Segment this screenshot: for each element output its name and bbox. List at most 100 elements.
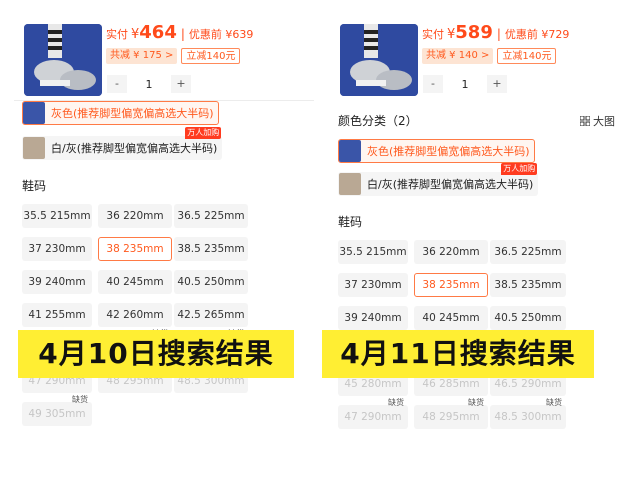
size-option[interactable]: 40.5 250mm: [174, 270, 248, 294]
original-price: 优惠前 ¥639: [188, 28, 254, 41]
size-option[interactable]: 36 220mm: [98, 204, 172, 228]
size-option-label: 45 280mm: [344, 378, 402, 390]
size-option[interactable]: 42 260mm: [98, 303, 172, 327]
color-option-label: 白/灰(推荐脚型偏宽偏高选大半码): [51, 142, 218, 155]
out-of-stock-tag: 缺货: [468, 398, 484, 407]
promo-row: 共减 ¥ 175 > 立减140元: [106, 48, 241, 64]
out-of-stock-tag: 缺货: [388, 398, 404, 407]
quantity-stepper: - 1 +: [423, 75, 507, 93]
size-option-label: 41 255mm: [28, 309, 86, 321]
size-option-label: 38 235mm: [422, 279, 480, 291]
total-discount-chip[interactable]: 共减 ¥ 140 >: [422, 48, 494, 64]
size-option[interactable]: 48 295mm 缺货: [414, 398, 488, 429]
size-option[interactable]: 39 240mm: [22, 270, 92, 294]
currency-symbol: ¥: [131, 27, 140, 42]
size-option[interactable]: 38.5 235mm: [490, 273, 566, 297]
product-thumbnail[interactable]: [24, 24, 102, 96]
decrement-button[interactable]: -: [423, 75, 443, 93]
size-option-label: 40.5 250mm: [177, 276, 245, 288]
color-option-gray[interactable]: 灰色(推荐脚型偏宽偏高选大半码): [22, 101, 219, 125]
size-option-label: 42 260mm: [106, 309, 164, 321]
color-option-white-gray[interactable]: 白/灰(推荐脚型偏宽偏高选大半码) 万人加购: [338, 163, 539, 196]
size-option-label: 36 220mm: [422, 246, 480, 258]
size-option[interactable]: 36.5 225mm: [174, 204, 248, 228]
instant-discount-chip: 立减140元: [497, 48, 557, 64]
product-thumbnail[interactable]: [340, 24, 418, 96]
size-option-label: 37 230mm: [28, 243, 86, 255]
big-view-label: 大图: [593, 115, 615, 128]
quantity-value[interactable]: 1: [443, 78, 487, 91]
decrement-button[interactable]: -: [107, 75, 127, 93]
size-option[interactable]: 36.5 225mm: [490, 240, 566, 264]
color-thumbnail: [339, 173, 361, 195]
size-option-label: 35.5 215mm: [23, 210, 91, 222]
size-option-label: 49 305mm: [28, 408, 86, 420]
size-option[interactable]: 35.5 215mm: [338, 240, 408, 264]
size-section-title: 鞋码: [22, 179, 47, 193]
color-option-gray[interactable]: 灰色(推荐脚型偏宽偏高选大半码): [338, 139, 535, 163]
size-option-label: 47 290mm: [344, 411, 402, 423]
pay-label: 实付: [106, 28, 128, 41]
date-banner: 4月10日搜索结果: [18, 330, 294, 378]
left-panel: 实付 ¥ 464 | 优惠前 ¥639 共减 ¥ 175 > 立减140元 - …: [14, 0, 314, 480]
size-option[interactable]: 41 255mm: [22, 303, 92, 327]
hot-tag-badge: 万人加购: [185, 127, 222, 139]
color-section-title: 颜色分类（2）: [338, 114, 418, 128]
color-thumbnail: [339, 140, 361, 162]
size-option-label: 40.5 250mm: [494, 312, 562, 324]
pay-price: 589: [455, 22, 493, 43]
size-option[interactable]: 40 245mm: [98, 270, 172, 294]
size-option[interactable]: 42.5 265mm: [174, 303, 248, 327]
color-option-label: 灰色(推荐脚型偏宽偏高选大半码): [367, 145, 530, 158]
size-option[interactable]: 39 240mm: [338, 306, 408, 330]
size-option[interactable]: 38.5 235mm: [174, 237, 248, 261]
size-option-label: 36.5 225mm: [177, 210, 245, 222]
size-option-label: 38.5 235mm: [177, 243, 245, 255]
size-option[interactable]: 35.5 215mm: [22, 204, 92, 228]
price-row: 实付 ¥ 589 | 优惠前 ¥729: [422, 22, 569, 43]
color-thumbnail: [23, 102, 45, 124]
out-of-stock-tag: 缺货: [546, 398, 562, 407]
size-option-label: 35.5 215mm: [339, 246, 407, 258]
size-option[interactable]: 40 245mm: [414, 306, 488, 330]
size-option-label: 36.5 225mm: [494, 246, 562, 258]
size-option[interactable]: 48.5 300mm 缺货: [490, 398, 566, 429]
pay-label: 实付: [422, 28, 444, 41]
size-option-label: 36 220mm: [106, 210, 164, 222]
size-option-label: 48 295mm: [422, 411, 480, 423]
size-option-label: 40 245mm: [106, 276, 164, 288]
size-option-label: 38 235mm: [106, 243, 164, 255]
instant-discount-chip: 立减140元: [181, 48, 241, 64]
quantity-value[interactable]: 1: [127, 78, 171, 91]
promo-row: 共减 ¥ 140 > 立减140元: [422, 48, 557, 64]
original-price: 优惠前 ¥729: [504, 28, 570, 41]
size-option-label: 46 285mm: [422, 378, 480, 390]
size-option-label: 39 240mm: [344, 312, 402, 324]
size-option-label: 39 240mm: [28, 276, 86, 288]
size-option[interactable]: 38 235mm: [414, 273, 488, 297]
size-option-label: 40 245mm: [422, 312, 480, 324]
size-option-label: 38.5 235mm: [494, 279, 562, 291]
size-option[interactable]: 37 230mm: [22, 237, 92, 261]
size-option-label: 46.5 290mm: [494, 378, 562, 390]
right-panel: 实付 ¥ 589 | 优惠前 ¥729 共减 ¥ 140 > 立减140元 - …: [330, 0, 630, 480]
currency-symbol: ¥: [447, 27, 456, 42]
size-option-label: 37 230mm: [344, 279, 402, 291]
color-option-white-gray[interactable]: 白/灰(推荐脚型偏宽偏高选大半码) 万人加购: [22, 127, 223, 160]
color-thumbnail: [23, 137, 45, 159]
size-option[interactable]: 47 290mm 缺货: [338, 398, 408, 429]
increment-button[interactable]: +: [487, 75, 507, 93]
size-option[interactable]: 37 230mm: [338, 273, 408, 297]
pay-price: 464: [139, 22, 177, 43]
grid-icon: [580, 116, 590, 126]
size-option[interactable]: 40.5 250mm: [490, 306, 566, 330]
size-option[interactable]: 36 220mm: [414, 240, 488, 264]
size-option[interactable]: 38 235mm: [98, 237, 172, 261]
size-option[interactable]: 49 305mm 缺货: [22, 395, 92, 426]
price-separator: |: [496, 27, 501, 41]
size-option-label: 42.5 265mm: [177, 309, 245, 321]
increment-button[interactable]: +: [171, 75, 191, 93]
total-discount-chip[interactable]: 共减 ¥ 175 >: [106, 48, 178, 64]
big-view-toggle[interactable]: 大图: [580, 113, 615, 129]
out-of-stock-tag: 缺货: [72, 395, 88, 404]
